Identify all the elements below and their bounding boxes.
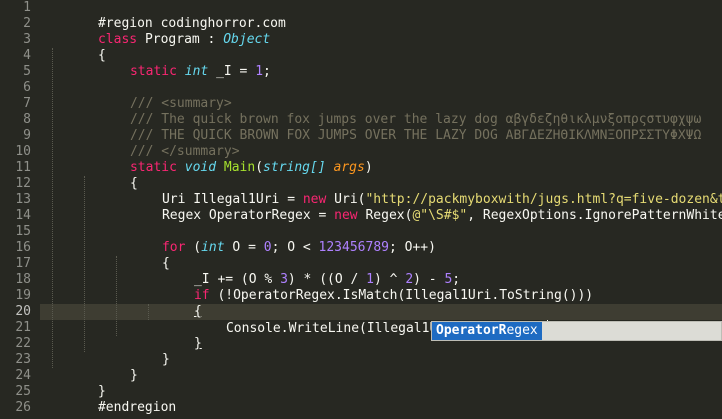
- indent-guide: [52, 48, 53, 368]
- line-number: 17: [15, 256, 31, 271]
- code-line-21: }: [147, 320, 202, 351]
- keyword: static: [129, 64, 177, 79]
- text: ;: [263, 64, 271, 79]
- code-line-16: {: [115, 240, 170, 271]
- text: _I =: [208, 64, 256, 79]
- code-line-20[interactable]: Console.WriteLine(Illegal1Uri); Operator…: [179, 304, 548, 336]
- text: , RegexOptions.IgnorePatternWhitespace);: [467, 208, 722, 223]
- code-line-1: #region codinghorror.com: [51, 0, 286, 31]
- code-line-22: }: [115, 336, 170, 367]
- autocomplete-match: OperatorR: [436, 323, 507, 338]
- line-number: 12: [15, 176, 31, 191]
- matched-brace: }: [193, 336, 202, 351]
- line-number: 1: [23, 0, 31, 15]
- line-number: 22: [15, 336, 31, 351]
- line-number: 4: [23, 48, 31, 63]
- text: [177, 160, 185, 175]
- text: :: [199, 32, 224, 47]
- function-name: Main: [223, 160, 256, 175]
- text: Regex(: [357, 208, 413, 223]
- code-line-2: class Program : Object: [51, 16, 270, 47]
- code-line-25: #endregion: [51, 384, 176, 415]
- code-line-12: Uri Illegal1Uri = new Uri("http://packmy…: [115, 176, 722, 207]
- text: (: [255, 160, 264, 175]
- line-number: 9: [23, 128, 31, 143]
- code-line-10: static void Main(string[] args): [83, 144, 373, 175]
- code-line-6: /// <summary>: [83, 80, 232, 111]
- autocomplete-rest: egex: [506, 323, 538, 338]
- line-number: 2: [23, 16, 31, 31]
- autocomplete-popup[interactable]: OperatorRegex: [431, 321, 722, 341]
- line-number: 10: [15, 144, 31, 159]
- line-number: 21: [15, 320, 31, 335]
- code-line-8: /// THE QUICK BROWN FOX JUMPS OVER THE L…: [83, 112, 701, 143]
- code-line-9: /// </summary>: [83, 128, 240, 159]
- line-number: 3: [23, 32, 31, 47]
- class-name: Program: [144, 32, 200, 47]
- line-number: 6: [23, 80, 31, 95]
- text: [137, 32, 145, 47]
- brace: }: [161, 352, 170, 367]
- text: (!OperatorRegex.IsMatch(Illegal1Uri.ToSt…: [209, 288, 594, 303]
- line-number: 23: [15, 352, 31, 367]
- line-number: 25: [15, 384, 31, 399]
- line-number: 20: [15, 304, 31, 319]
- brace: }: [129, 368, 138, 383]
- line-number: 7: [23, 96, 31, 111]
- code-line-7: /// The quick brown fox jumps over the l…: [83, 96, 701, 127]
- code-line-11: {: [83, 160, 138, 191]
- line-number-gutter: 1 2 3 4 5 6 7 8 9 10 11 12 13 14 15 16 17 18 19 20 21 22 23 24 2…: [0, 0, 40, 419]
- text: Regex OperatorRegex =: [161, 208, 335, 223]
- text: [216, 160, 224, 175]
- line-number: 24: [15, 368, 31, 383]
- number: 1: [255, 64, 264, 79]
- type: int: [201, 240, 225, 255]
- number: 0: [263, 240, 272, 255]
- type: int: [184, 64, 209, 79]
- number: 123456789: [318, 240, 389, 255]
- text: ; O <: [271, 240, 319, 255]
- string-literal: @"\S#$": [412, 208, 468, 223]
- text: ; O++): [388, 240, 436, 255]
- line-number: 14: [15, 208, 31, 223]
- code-line-4: static int _I = 1;: [83, 48, 271, 79]
- code-line-3: {: [51, 32, 106, 63]
- parameter: args: [333, 160, 365, 175]
- code-line-13: Regex OperatorRegex = new Regex(@"\S#$",…: [115, 192, 722, 223]
- type: void: [184, 160, 217, 175]
- code-line-17: _I += (O % 3) * ((O / 1) ^ 2) - 5;: [147, 256, 460, 287]
- code-line-15: for (int O = 0; O < 123456789; O++): [115, 224, 436, 255]
- base-type: Object: [223, 32, 271, 47]
- code-editor[interactable]: 1 2 3 4 5 6 7 8 9 10 11 12 13 14 15 16 17 18 19 20 21 22 23 24 2…: [0, 0, 722, 419]
- line-number: 8: [23, 112, 31, 127]
- code-line-19: {: [147, 288, 202, 319]
- line-number: 26: [15, 400, 31, 415]
- line-number: 16: [15, 240, 31, 255]
- text: ): [364, 160, 373, 175]
- code-line-23: }: [83, 352, 138, 383]
- text: O =: [224, 240, 264, 255]
- line-number: 5: [23, 64, 31, 79]
- type: string[]: [263, 160, 326, 175]
- text: (: [185, 240, 202, 255]
- line-number: 19: [15, 288, 31, 303]
- text: [326, 160, 334, 175]
- code-area[interactable]: #region codinghorror.com class Program :…: [51, 0, 722, 419]
- autocomplete-item[interactable]: OperatorRegex: [432, 322, 542, 340]
- code-line-24: }: [51, 368, 106, 399]
- line-number: 11: [15, 160, 31, 175]
- line-number: 13: [15, 192, 31, 207]
- line-number: 15: [15, 224, 31, 239]
- line-number: 18: [15, 272, 31, 287]
- keyword: new: [334, 208, 358, 223]
- code-line-18: if (!OperatorRegex.IsMatch(Illegal1Uri.T…: [147, 272, 593, 303]
- text: [177, 64, 185, 79]
- endregion-directive: #endregion: [97, 400, 177, 415]
